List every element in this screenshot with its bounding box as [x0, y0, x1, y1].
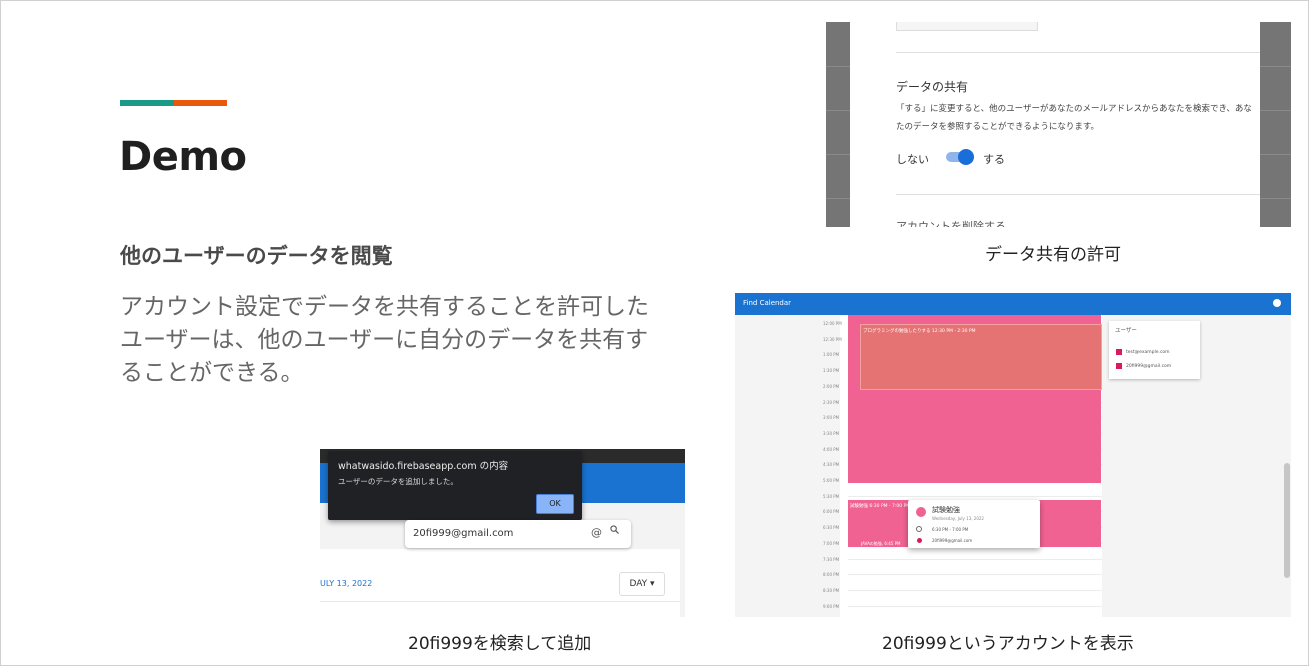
hour-line [848, 605, 1102, 607]
account-icon[interactable] [1273, 299, 1281, 307]
time-label: 7:00 PM [823, 540, 840, 546]
text-field[interactable] [896, 22, 1038, 31]
event-sublabel: JAVAの勉強, 6:45 PM [861, 541, 901, 546]
time-label: 8:30 PM [823, 587, 840, 593]
event-label: 試験勉強 6:30 PM - 7:00 PM [850, 504, 911, 509]
time-label: 6:00 PM [823, 509, 840, 515]
caption-sharing: データ共有の許可 [985, 245, 1121, 265]
time-label: 6:30 PM [823, 525, 840, 531]
grid-line [1260, 110, 1291, 111]
users-panel: ユーザー test@example.com 20fi999@gmail.com [1109, 321, 1200, 379]
hour-line [848, 574, 1102, 576]
toggle-on-label: する [983, 153, 1005, 166]
divider [896, 52, 1260, 53]
user-row[interactable]: test@example.com [1116, 349, 1170, 355]
popup-date: Wednesday, July 13, 2022 [932, 516, 984, 521]
scrollbar[interactable] [1284, 463, 1290, 578]
grid-line [826, 198, 850, 199]
clock-icon [916, 526, 922, 532]
popup-title: 試験勉強 [932, 506, 960, 514]
event-label: プログラミングの勉強したりする 12:30 PM - 2:30 PM [863, 329, 976, 334]
toggle-knob [958, 149, 974, 165]
popup-owner: 20fi999@gmail.com [932, 538, 973, 543]
event-block[interactable]: プログラミングの勉強したりする 12:30 PM - 2:30 PM [860, 324, 1102, 390]
time-label: 3:00 PM [823, 415, 840, 421]
at-icon: @ [591, 526, 602, 539]
popup-time: 6:30 PM - 7:00 PM [932, 527, 969, 532]
slide-subtitle: 他のユーザーのデータを閲覧 [120, 244, 393, 268]
event-color-dot [916, 507, 926, 517]
slide-title: Demo [119, 134, 247, 180]
user-email: 20fi999@gmail.com [1126, 363, 1172, 369]
accent-bar [120, 100, 227, 106]
accent-orange [174, 100, 227, 106]
sharing-heading: データの共有 [896, 80, 969, 94]
hour-line [848, 589, 1102, 591]
dialog-message: ユーザーのデータを追加しました。 [338, 477, 458, 486]
time-label: 4:00 PM [823, 446, 840, 452]
grid-line [1260, 154, 1291, 155]
toggle-off-label: しない [896, 153, 929, 166]
time-label: 3:30 PM [823, 430, 840, 436]
hour-line [848, 558, 1102, 560]
user-row[interactable]: 20fi999@gmail.com [1116, 363, 1171, 369]
sharing-description: 「する」に変更すると、他のユーザーがあなたのメールアドレスからあなたを検索でき、… [896, 104, 1252, 132]
time-label: 12:00 PM [823, 321, 842, 326]
delete-account-heading: アカウントを削除する [896, 220, 1006, 227]
dialog-title: whatwasido.firebaseapp.com の内容 [338, 461, 509, 472]
grid-line [1260, 198, 1291, 199]
settings-screenshot: データの共有 「する」に変更すると、他のユーザーがあなたのメールアドレスからあな… [826, 22, 1291, 227]
grid-line [826, 154, 850, 155]
grid-line [1260, 66, 1291, 67]
time-label: 5:00 PM [823, 478, 840, 483]
divider [320, 601, 680, 602]
accent-teal [120, 100, 174, 106]
alert-dialog: whatwasido.firebaseapp.com の内容 ユーザーのデータを… [328, 451, 582, 520]
hour-line [848, 495, 1102, 497]
sharing-toggle[interactable] [946, 149, 974, 165]
users-panel-title: ユーザー [1115, 328, 1137, 334]
search-icon[interactable] [610, 525, 619, 534]
time-label: 8:00 PM [823, 572, 840, 578]
view-select[interactable]: DAY ▾ [619, 572, 665, 596]
time-label: 5:30 PM [823, 493, 840, 499]
time-label: 9:00 PM [823, 603, 840, 609]
dialog-ok-button[interactable]: OK [536, 494, 574, 514]
calendar-dot-icon [917, 538, 922, 543]
user-search-box[interactable]: 20fi999@gmail.com @ [405, 520, 631, 548]
caption-search: 20fi999を検索して追加 [408, 634, 592, 654]
settings-panel: データの共有 「する」に変更すると、他のユーザーがあなたのメールアドレスからあな… [850, 22, 1260, 227]
checkbox[interactable] [1116, 349, 1122, 355]
app-header: Find Calendar [735, 293, 1291, 315]
event-popup: 試験勉強 Wednesday, July 13, 2022 6:30 PM - … [908, 500, 1040, 548]
time-label: 2:30 PM [823, 399, 840, 405]
caption-calendar: 20fi999というアカウントを表示 [882, 634, 1134, 654]
time-label: 2:00 PM [823, 383, 840, 389]
slide-body: アカウント設定でデータを共有することを許可したユーザーは、他のユーザーに自分のデ… [120, 294, 649, 386]
grid-line [826, 110, 850, 111]
time-label: 1:30 PM [823, 368, 840, 374]
divider [896, 194, 1260, 195]
checkbox[interactable] [1116, 363, 1122, 369]
search-input[interactable]: 20fi999@gmail.com [413, 528, 513, 539]
app-title: Find Calendar [743, 299, 792, 307]
grid-line [826, 66, 850, 67]
current-date: ULY 13, 2022 [320, 579, 373, 588]
user-email: test@example.com [1126, 349, 1170, 355]
time-label: 7:30 PM [823, 556, 840, 562]
calendar-screenshot: Find Calendar プログラミングの勉強したりする 12:30 PM -… [735, 293, 1291, 617]
time-label: 1:00 PM [823, 352, 840, 358]
search-screenshot: whatwasido.firebaseapp.com の内容 ユーザーのデータを… [320, 449, 685, 617]
time-label: 4:30 PM [823, 462, 840, 468]
time-label: 12:30 PM [823, 336, 842, 342]
